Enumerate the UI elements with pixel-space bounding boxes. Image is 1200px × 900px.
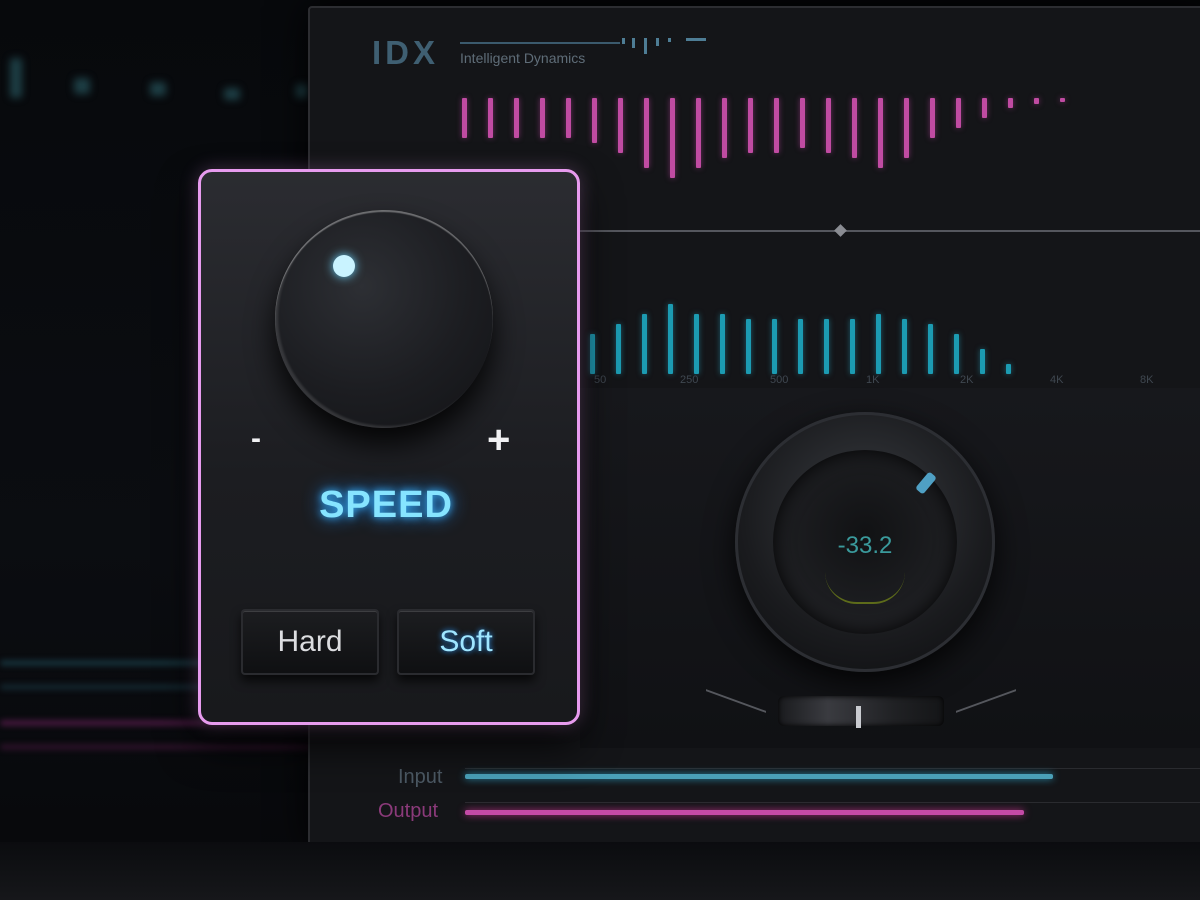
spectrum-bar-upper: [644, 98, 649, 168]
spectrum-bar-upper: [540, 98, 545, 138]
speed-knob[interactable]: [275, 210, 493, 428]
spectrum-bar-lower: [850, 319, 855, 374]
brand-logo: IDX: [372, 34, 440, 71]
spectrum-bar-upper: [774, 98, 779, 153]
spectrum-bar-upper: [618, 98, 623, 153]
freq-label: 4K: [1050, 374, 1064, 386]
soft-mode-button[interactable]: Soft: [397, 609, 535, 675]
spectrum-bar-upper: [566, 98, 571, 138]
spectrum-bar-lower: [642, 314, 647, 374]
spectrum-bar-upper: [852, 98, 857, 158]
freq-label: 50: [594, 374, 607, 386]
input-meter-track: [465, 768, 1200, 799]
input-meter-label: Input: [398, 766, 443, 788]
spectrum-bar-upper: [462, 98, 467, 138]
spectrum-bar-upper: [1008, 98, 1013, 108]
freq-label: 8K: [1140, 374, 1154, 386]
spectrum-bar-upper: [956, 98, 961, 128]
spectrum-bar-lower: [902, 319, 907, 374]
spectrum-bar-upper: [826, 98, 831, 153]
brand-underline: [460, 42, 620, 44]
speed-label: SPEED: [319, 484, 453, 526]
bottom-shade: [0, 842, 1200, 900]
spectrum-bar-lower: [928, 324, 933, 374]
speed-plus-label: +: [487, 418, 511, 462]
spectrum-bar-upper: [1034, 98, 1039, 104]
spectrum-bar-upper: [748, 98, 753, 153]
background-dashes: [0, 48, 320, 118]
freq-label: 500: [770, 374, 789, 386]
spectrum-bar-upper: [1060, 98, 1065, 102]
spectrum-bar-upper: [904, 98, 909, 158]
input-meter: [465, 774, 1053, 779]
spectrum-bar-upper: [696, 98, 701, 168]
spectrum-bar-lower: [590, 334, 595, 374]
mix-slider[interactable]: [778, 696, 944, 726]
speed-panel: - + SPEED Hard Soft: [198, 169, 580, 725]
spectrum-bar-lower: [1006, 364, 1011, 374]
spectrum-bar-lower: [876, 314, 881, 374]
output-meter-label: Output: [378, 800, 439, 822]
spectrum-bar-upper: [592, 98, 597, 143]
spectrum-bar-lower: [616, 324, 621, 374]
brand-ticks: [622, 38, 732, 58]
spectrum-bar-upper: [722, 98, 727, 158]
spectrum-bar-upper: [488, 98, 493, 138]
spectrum-bar-upper: [930, 98, 935, 138]
freq-label: 2K: [960, 374, 974, 386]
gain-readout: -33.2: [837, 532, 893, 559]
spectrum-bar-upper: [800, 98, 805, 148]
mix-slider-thumb[interactable]: [856, 706, 861, 728]
freq-label: 250: [680, 374, 699, 386]
hard-mode-button[interactable]: Hard: [241, 609, 379, 675]
output-meter-track: [465, 802, 1200, 833]
spectrum-bar-lower: [720, 314, 725, 374]
spectrum-bar-upper: [670, 98, 675, 178]
spectrum-bar-upper: [982, 98, 987, 118]
output-meter: [465, 810, 1024, 815]
spectrum-bar-lower: [746, 319, 751, 374]
spectrum-bar-upper: [514, 98, 519, 138]
spectrum-bar-lower: [694, 314, 699, 374]
brand-subtitle: Intelligent Dynamics: [460, 50, 586, 66]
spectrum-bar-lower: [824, 319, 829, 374]
spectrum-bar-lower: [980, 349, 985, 374]
spectrum-bar-upper: [878, 98, 883, 168]
gain-knob[interactable]: -33.2: [735, 412, 995, 672]
threshold-line[interactable]: [580, 230, 1200, 232]
freq-label: 1K: [866, 374, 880, 386]
spectrum-bar-lower: [668, 304, 673, 374]
spectrum-bar-lower: [772, 319, 777, 374]
spectrum-bar-lower: [954, 334, 959, 374]
speed-minus-label: -: [251, 422, 261, 455]
spectrum-bar-lower: [798, 319, 803, 374]
dot-indicator-icon: [333, 255, 355, 277]
